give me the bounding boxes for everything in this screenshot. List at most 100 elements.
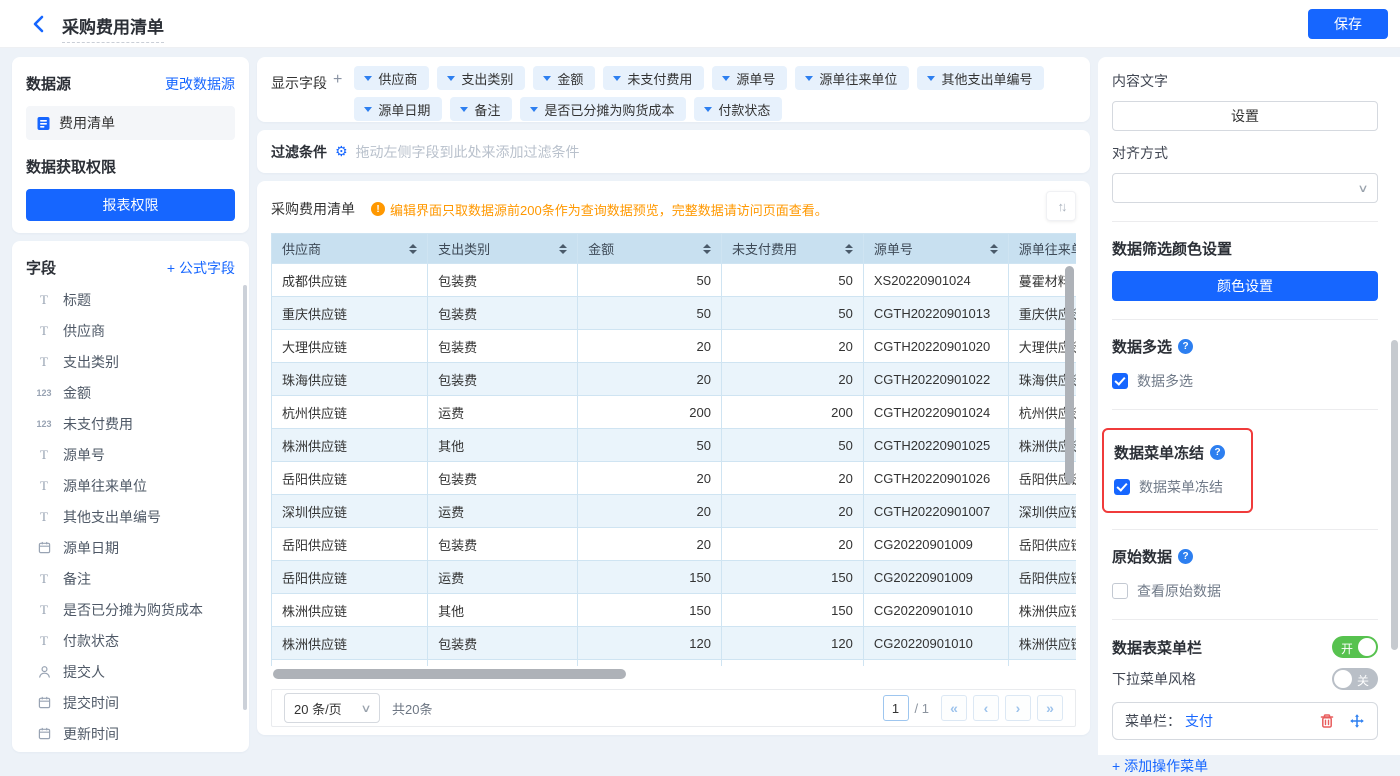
- checkbox-checked-icon[interactable]: [1114, 479, 1130, 495]
- display-field-chip[interactable]: 其他支出单编号: [917, 66, 1045, 90]
- back-icon[interactable]: [28, 13, 50, 35]
- sort-arrows-icon[interactable]: [989, 243, 998, 254]
- fields-scrollbar[interactable]: [243, 285, 247, 710]
- prev-page-button[interactable]: ‹: [973, 695, 999, 721]
- checkbox-checked-icon[interactable]: [1112, 373, 1128, 389]
- field-item[interactable]: T 其他支出单编号: [26, 501, 235, 532]
- table-row[interactable]: 重庆供应链包装费5050CGTH20220901013重庆供应链: [271, 296, 1076, 330]
- field-item[interactable]: T 支出类别: [26, 346, 235, 377]
- table-row[interactable]: 大理供应链包装费2020CGTH20220901020大理供应链: [271, 329, 1076, 363]
- help-icon[interactable]: ?: [1210, 445, 1226, 460]
- sort-arrows-icon[interactable]: [844, 243, 853, 254]
- sort-arrows-icon[interactable]: [559, 243, 568, 254]
- datasource-item-label: 费用清单: [59, 115, 115, 131]
- column-header[interactable]: 未支付费用: [720, 233, 864, 264]
- page-size-select[interactable]: 20 条/页 ∨: [284, 693, 380, 723]
- change-datasource-link[interactable]: 更改数据源: [165, 74, 235, 94]
- save-button[interactable]: 保存: [1308, 9, 1388, 39]
- field-item[interactable]: T 付款状态: [26, 625, 235, 656]
- display-field-chip[interactable]: 供应商: [354, 66, 430, 90]
- display-field-chip[interactable]: 源单日期: [354, 97, 443, 121]
- multi-select-checkbox-row[interactable]: 数据多选: [1112, 371, 1378, 391]
- menu-freeze-checkbox-row[interactable]: 数据菜单冻结: [1114, 477, 1225, 497]
- display-field-chip[interactable]: 金额: [533, 66, 596, 90]
- window-scrollbar[interactable]: [1391, 340, 1398, 650]
- menu-bar-item-value[interactable]: 支付: [1185, 711, 1213, 731]
- color-settings-button[interactable]: 颜色设置: [1112, 271, 1378, 301]
- column-header[interactable]: 源单号: [862, 233, 1009, 264]
- horizontal-scroll-thumb[interactable]: [273, 669, 626, 679]
- table-row[interactable]: [271, 659, 1076, 666]
- datasource-item[interactable]: 费用清单: [26, 106, 235, 140]
- table-row[interactable]: 株洲供应链包装费120120CG20220901010株洲供应链: [271, 626, 1076, 660]
- field-item[interactable]: T 源单号: [26, 439, 235, 470]
- field-item[interactable]: T 是否已分摊为购货成本: [26, 594, 235, 625]
- menu-bar-item-label: 菜单栏：: [1125, 713, 1181, 729]
- column-header[interactable]: 源单往来单位: [1007, 233, 1076, 264]
- help-icon[interactable]: ?: [1178, 339, 1194, 354]
- table-row[interactable]: 岳阳供应链包装费2020CGTH20220901026岳阳供应链: [271, 461, 1076, 495]
- table-cell: 其他: [427, 428, 579, 462]
- display-field-chip[interactable]: 备注: [450, 97, 513, 121]
- table-row[interactable]: 株洲供应链其他150150CG20220901010株洲供应链: [271, 593, 1076, 627]
- table-vertical-scrollbar[interactable]: [1065, 266, 1074, 484]
- align-select[interactable]: ∨: [1112, 173, 1378, 203]
- sort-arrows-icon[interactable]: [702, 243, 711, 254]
- table-cell: 其他: [427, 593, 579, 627]
- field-item[interactable]: T 备注: [26, 563, 235, 594]
- table-row[interactable]: 株洲供应链其他5050CGTH20220901025株洲供应链: [271, 428, 1076, 462]
- table-row[interactable]: 珠海供应链包装费2020CGTH20220901022珠海供应链: [271, 362, 1076, 396]
- table-body: 成都供应链 包装费 50 50 XS20220901024 蔓霍材料 重庆供应链 包装费 50 5…: [271, 263, 1076, 666]
- field-label: 标题: [63, 291, 91, 308]
- table-row[interactable]: 杭州供应链运费200200CGTH20220901024杭州供应链: [271, 395, 1076, 429]
- raw-data-checkbox-row[interactable]: 查看原始数据: [1112, 581, 1378, 601]
- last-page-button[interactable]: »: [1037, 695, 1063, 721]
- table-cell: 50: [577, 428, 722, 462]
- move-icon[interactable]: [1349, 713, 1365, 729]
- trash-icon[interactable]: [1319, 713, 1335, 729]
- page-number-input[interactable]: 1: [882, 695, 909, 721]
- sort-arrows-icon[interactable]: [409, 243, 418, 254]
- table-row[interactable]: 岳阳供应链包装费2020CG20220901009岳阳供应链: [271, 527, 1076, 561]
- field-item[interactable]: 源单日期: [26, 532, 235, 563]
- content-text-settings-button[interactable]: 设置: [1112, 101, 1378, 131]
- report-permission-button[interactable]: 报表权限: [26, 189, 235, 221]
- table-cell: [1007, 659, 1076, 666]
- table-row[interactable]: 深圳供应链运费2020CGTH20220901007深圳供应链: [271, 494, 1076, 528]
- add-formula-field-link[interactable]: + 公式字段: [167, 258, 235, 278]
- first-page-button[interactable]: «: [941, 695, 967, 721]
- display-field-chip[interactable]: 未支付费用: [603, 66, 705, 90]
- field-item[interactable]: 123 未支付费用: [26, 408, 235, 439]
- field-item[interactable]: 123 金额: [26, 377, 235, 408]
- filter-label: 过滤条件: [271, 143, 327, 160]
- sort-order-button[interactable]: ↑↓: [1046, 191, 1076, 221]
- table-row[interactable]: 岳阳供应链运费150150CG20220901009岳阳供应链: [271, 560, 1076, 594]
- divider: [1112, 319, 1378, 320]
- field-item[interactable]: T 供应商: [26, 315, 235, 346]
- field-item[interactable]: T 标题: [26, 284, 235, 315]
- table-row[interactable]: 成都供应链 包装费 50 50 XS20220901024 蔓霍材料: [271, 263, 1076, 297]
- column-header[interactable]: 金额: [577, 233, 722, 264]
- checkbox-unchecked-icon[interactable]: [1112, 583, 1128, 599]
- gear-icon[interactable]: ⚙: [335, 143, 348, 160]
- display-field-chip[interactable]: 源单号: [712, 66, 788, 90]
- add-action-menu-link[interactable]: + 添加操作菜单: [1112, 756, 1378, 776]
- column-header[interactable]: 供应商: [271, 233, 429, 264]
- divider: [1112, 619, 1378, 620]
- help-icon[interactable]: ?: [1178, 549, 1194, 564]
- next-page-button[interactable]: ›: [1005, 695, 1031, 721]
- add-display-field-button[interactable]: +: [333, 71, 342, 89]
- field-item[interactable]: 提交时间: [26, 687, 235, 718]
- table-cell: CGTH20220901007: [862, 494, 1009, 528]
- field-item[interactable]: T 源单往来单位: [26, 470, 235, 501]
- display-field-chip[interactable]: 付款状态: [694, 97, 783, 121]
- column-header[interactable]: 支出类别: [427, 233, 579, 264]
- field-item[interactable]: 提交人: [26, 656, 235, 687]
- display-field-chip[interactable]: 是否已分摊为购货成本: [520, 97, 687, 121]
- dropdown-style-toggle-off[interactable]: 关: [1332, 668, 1378, 690]
- menu-bar-toggle-on[interactable]: 开: [1332, 636, 1378, 658]
- display-field-chip[interactable]: 源单往来单位: [795, 66, 910, 90]
- field-item[interactable]: 更新时间: [26, 718, 235, 749]
- display-field-chip[interactable]: 支出类别: [437, 66, 526, 90]
- table-cell: 大理供应链: [271, 329, 429, 363]
